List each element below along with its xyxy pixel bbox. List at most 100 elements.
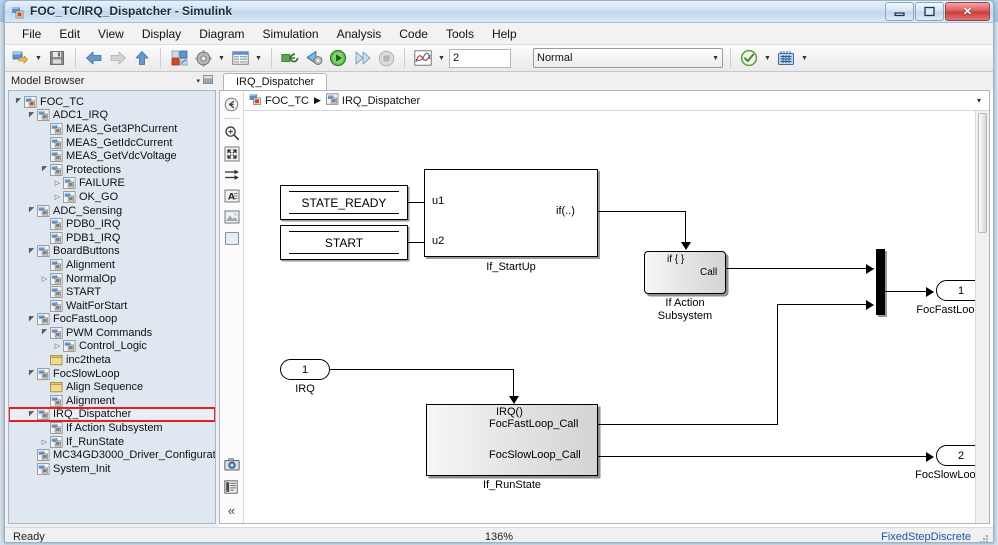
annotation-text-icon[interactable]: A [223, 187, 241, 205]
twisty-closed-icon[interactable]: ▷ [52, 341, 63, 352]
canvas-scroll-thumb[interactable] [978, 113, 987, 233]
tree-item-meas-getvdcvoltage[interactable]: MEAS_GetVdcVoltage [9, 149, 215, 163]
simulation-time-input[interactable] [449, 48, 511, 68]
annotation-area-icon[interactable] [223, 229, 241, 247]
breadcrumb-item-foc-tc[interactable]: FOC_TC [249, 93, 309, 108]
maximize-button[interactable] [915, 2, 944, 21]
resize-grip-icon[interactable] [979, 534, 989, 542]
data-inspector-caret-icon[interactable]: ▼ [799, 47, 810, 69]
scope-caret-icon[interactable]: ▼ [436, 47, 447, 69]
save-icon[interactable] [46, 47, 68, 69]
back-arrow-icon[interactable] [83, 47, 105, 69]
twisty-open-icon[interactable]: ◢ [39, 164, 50, 175]
check-circle-icon[interactable] [738, 47, 760, 69]
tree-item-protections[interactable]: ◢ Protections [9, 163, 215, 177]
block-start[interactable]: START [280, 225, 408, 260]
solver-label[interactable]: FixedStepDiscrete [881, 531, 971, 542]
tree-item-align-sequence[interactable]: Align Sequence [9, 380, 215, 394]
tree-item-focslowloop[interactable]: ◢ FocSlowLoop [9, 367, 215, 381]
up-arrow-icon[interactable] [131, 47, 153, 69]
tree-item-focfastloop[interactable]: ◢ FocFastLoop [9, 313, 215, 327]
tree-item-foc-tc[interactable]: ◢ FOC_TC [9, 95, 215, 109]
new-model-icon[interactable] [9, 47, 31, 69]
tree-item-system-init[interactable]: System_Init [9, 462, 215, 476]
notes-icon[interactable] [223, 478, 241, 496]
menu-diagram[interactable]: Diagram [190, 24, 253, 44]
build-model-icon[interactable] [303, 47, 325, 69]
gear-icon[interactable] [192, 47, 214, 69]
close-button[interactable]: ✕ [945, 2, 990, 21]
tree-item-waitforstart[interactable]: WaitForStart [9, 299, 215, 313]
menu-analysis[interactable]: Analysis [328, 24, 391, 44]
twisty-open-icon[interactable]: ◢ [26, 246, 37, 257]
tree-item-normalop[interactable]: ▷ NormalOp [9, 272, 215, 286]
library-browser-icon[interactable] [168, 47, 190, 69]
zoom-icon[interactable] [223, 124, 241, 142]
simulation-mode-select[interactable]: Normal ▼ [533, 48, 723, 68]
tree-item-pdb1-irq[interactable]: PDB1_IRQ [9, 231, 215, 245]
block-inport-irq[interactable]: 1 [280, 359, 330, 380]
menu-display[interactable]: Display [133, 24, 190, 44]
step-forward-icon[interactable] [351, 47, 373, 69]
twisty-open-icon[interactable]: ◢ [13, 96, 24, 107]
zoom-level[interactable]: 136% [485, 531, 513, 542]
canvas-vertical-scrollbar[interactable] [975, 111, 989, 523]
twisty-open-icon[interactable]: ◢ [26, 314, 37, 325]
tree-item-pdb0-irq[interactable]: PDB0_IRQ [9, 217, 215, 231]
model-advisor-caret-icon[interactable]: ▼ [762, 47, 773, 69]
signal-routing-icon[interactable] [223, 166, 241, 184]
minimize-button[interactable] [885, 2, 914, 21]
run-icon[interactable] [327, 47, 349, 69]
tree-item-boardbuttons[interactable]: ◢ BoardButtons [9, 245, 215, 259]
camera-icon[interactable] [223, 455, 241, 473]
tree-item-adc-sensing[interactable]: ◢ ADC_Sensing [9, 204, 215, 218]
gear-caret-icon[interactable]: ▼ [216, 47, 227, 69]
block-mux[interactable] [876, 249, 885, 315]
navigate-back-icon[interactable] [223, 95, 241, 113]
tree-item-adc1-irq[interactable]: ◢ ADC1_IRQ [9, 109, 215, 123]
update-model-icon[interactable] [279, 47, 301, 69]
diagram-canvas[interactable]: FOC_TC ▶ IRQ_Dispatcher ▾ STATE_READY ST… [244, 91, 989, 523]
menu-file[interactable]: File [13, 24, 50, 44]
tree-item-control-logic[interactable]: ▷ Control_Logic [9, 340, 215, 354]
breadcrumb-caret-icon[interactable]: ▾ [977, 96, 981, 105]
tree-item-mc34gd3000-driver-configuration[interactable]: MC34GD3000_Driver_Configuration [9, 448, 215, 462]
new-model-caret-icon[interactable]: ▼ [33, 47, 44, 69]
menu-edit[interactable]: Edit [50, 24, 89, 44]
tree-item-meas-getidccurrent[interactable]: MEAS_GetIdcCurrent [9, 136, 215, 150]
twisty-closed-icon[interactable]: ▷ [52, 178, 63, 189]
menu-simulation[interactable]: Simulation [254, 24, 328, 44]
block-state-ready[interactable]: STATE_READY [280, 185, 408, 220]
twisty-open-icon[interactable]: ◢ [26, 368, 37, 379]
collapse-panel-icon[interactable]: « [223, 501, 241, 519]
tree-item-start[interactable]: START [9, 285, 215, 299]
model-explorer-icon[interactable] [229, 47, 251, 69]
twisty-closed-icon[interactable]: ▷ [39, 273, 50, 284]
breadcrumb-item-irq-dispatcher[interactable]: IRQ_Dispatcher [326, 93, 420, 108]
tree-item-failure[interactable]: ▷ FAILURE [9, 177, 215, 191]
tree-item-alignment[interactable]: Alignment [9, 394, 215, 408]
fit-to-view-icon[interactable] [223, 145, 241, 163]
twisty-closed-icon[interactable]: ▷ [39, 436, 50, 447]
scope-icon[interactable] [412, 47, 434, 69]
menu-code[interactable]: Code [390, 24, 437, 44]
tree-item-if-runstate[interactable]: ▷ If_RunState [9, 435, 215, 449]
tree-item-if-action-subsystem[interactable]: If Action Subsystem [9, 421, 215, 435]
tree-item-meas-get3phcurrent[interactable]: MEAS_Get3PhCurrent [9, 122, 215, 136]
tree-item-alignment[interactable]: Alignment [9, 258, 215, 272]
tree-item-irq-dispatcher[interactable]: ◢ IRQ_Dispatcher [9, 406, 215, 423]
twisty-open-icon[interactable]: ◢ [26, 205, 37, 216]
menu-help[interactable]: Help [483, 24, 526, 44]
menu-tools[interactable]: Tools [437, 24, 483, 44]
tree-item-inc2theta[interactable]: inc2theta [9, 353, 215, 367]
data-inspector-icon[interactable] [775, 47, 797, 69]
model-tree-container[interactable]: ◢ FOC_TC ◢ ADC1_IRQ MEAS_Get3PhCurrent MEAS_G… [8, 90, 216, 524]
menu-view[interactable]: View [89, 24, 133, 44]
tree-item-ok-go[interactable]: ▷ OK_GO [9, 190, 215, 204]
model-explorer-caret-icon[interactable]: ▼ [253, 47, 264, 69]
twisty-closed-icon[interactable]: ▷ [52, 191, 63, 202]
tab-irq-dispatcher[interactable]: IRQ_Dispatcher [223, 73, 328, 90]
twisty-open-icon[interactable]: ◢ [39, 327, 50, 338]
annotation-image-icon[interactable] [223, 208, 241, 226]
twisty-open-icon[interactable]: ◢ [26, 110, 37, 121]
